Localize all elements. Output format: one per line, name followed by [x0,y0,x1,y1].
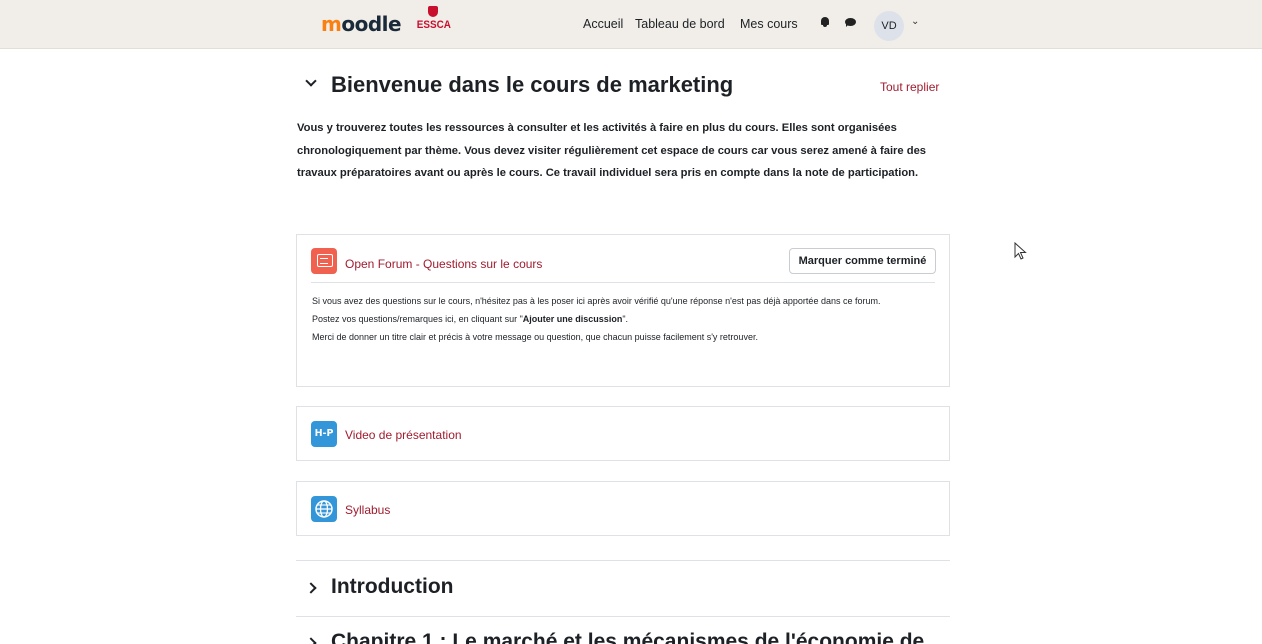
h5p-icon: H-P [311,421,337,447]
forum-description-line: Postez vos questions/remarques ici, en c… [312,310,922,328]
activity-link-video[interactable]: Video de présentation [345,428,462,442]
notifications-bell-icon[interactable] [820,17,830,27]
activity-link-syllabus[interactable]: Syllabus [345,503,390,517]
forum-description-line: Merci de donner un titre clair et précis… [312,332,758,342]
section-title-introduction[interactable]: Introduction [331,575,453,599]
forum-description-bold: Ajouter une discussion [522,314,623,324]
section-title-chapter-1[interactable]: Chapitre 1 : Le marché et les mécanismes… [331,630,924,644]
moodle-hat-icon: m [321,12,342,36]
user-avatar[interactable]: VD [874,11,904,41]
activity-card-syllabus: Syllabus [296,481,950,536]
moodle-logo-text: oodle [341,12,402,36]
essca-logo-text: ESSCA [416,19,451,31]
section-expand-chevron-right-icon[interactable] [307,583,317,593]
section-divider [296,616,950,617]
essca-shield-icon [428,6,438,17]
top-navbar: moodle ESSCA Accueil Tableau de bord Mes… [0,0,1262,49]
user-menu-chevron-down-icon[interactable]: ⌄ [911,16,919,27]
essca-logo[interactable]: ESSCA [415,6,451,32]
nav-link-dashboard[interactable]: Tableau de bord [635,17,725,31]
nav-link-accueil[interactable]: Accueil [583,17,623,31]
forum-description-text: Postez vos questions/remarques ici, en c… [312,314,523,324]
section-divider [296,560,950,561]
section-summary: Vous y trouverez toutes les ressources à… [297,122,927,179]
card-divider [311,282,935,283]
nav-link-my-courses[interactable]: Mes cours [740,17,798,31]
forum-description-text: ". [622,314,629,324]
section-expand-chevron-right-icon[interactable] [307,638,317,644]
globe-icon [311,496,337,522]
forum-description-line: Si vous avez des questions sur le cours,… [312,296,881,306]
activity-link-forum[interactable]: Open Forum - Questions sur le cours [345,257,542,271]
section-collapse-chevron-icon[interactable] [306,77,316,87]
activity-card-forum: Open Forum - Questions sur le cours Marq… [296,234,950,387]
moodle-logo[interactable]: moodle [321,12,402,36]
mark-as-done-button[interactable]: Marquer comme terminé [789,248,936,274]
mouse-cursor-icon [1014,242,1027,260]
section-title[interactable]: Bienvenue dans le cours de marketing [331,72,733,98]
collapse-all-link[interactable]: Tout replier [880,80,939,94]
forum-description: Si vous avez des questions sur le cours,… [312,292,922,346]
messages-chat-icon[interactable] [845,18,856,27]
forum-icon [311,248,337,274]
activity-card-video: H-P Video de présentation [296,406,950,461]
